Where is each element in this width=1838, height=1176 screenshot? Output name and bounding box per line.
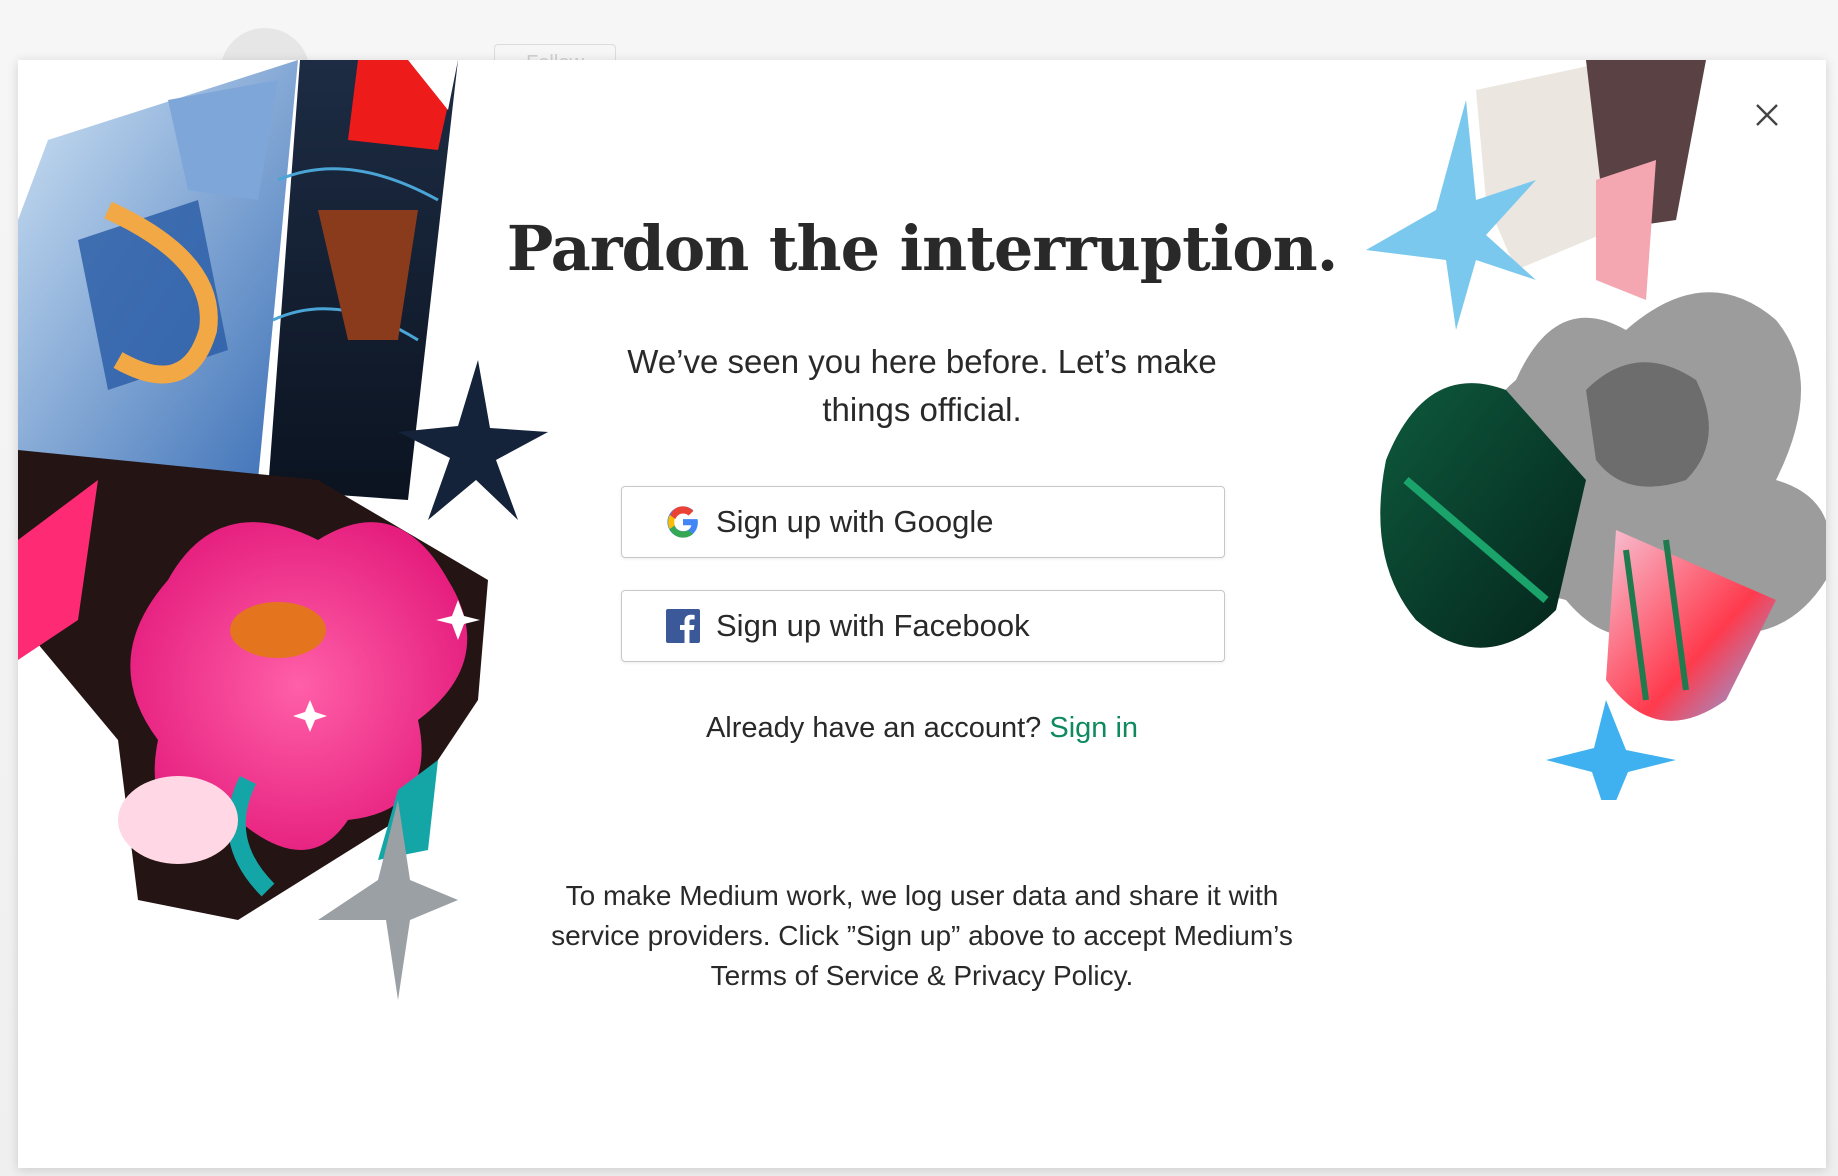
left-illustration [18, 60, 548, 1000]
right-illustration [1366, 60, 1826, 800]
sign-in-link[interactable]: Sign in [1049, 712, 1138, 744]
close-button[interactable] [1747, 95, 1787, 135]
subtitle: We’ve seen you here before. Let’s make t… [627, 343, 1217, 428]
google-button-label: Sign up with Google [716, 504, 994, 539]
close-icon [1756, 104, 1778, 126]
legal-notice: To make Medium work, we log user data an… [551, 880, 1293, 991]
facebook-button-label: Sign up with Facebook [716, 608, 1030, 643]
facebook-signup-button[interactable]: Sign up with Facebook [621, 590, 1225, 662]
page-title: Pardon the interruption. [506, 212, 1339, 285]
signup-modal: Pardon the interruption. We’ve seen you … [18, 60, 1826, 1168]
facebook-icon [666, 609, 700, 643]
google-signup-button[interactable]: Sign up with Google [621, 486, 1225, 558]
already-text: Already have an account? [705, 712, 1042, 744]
already-have-account: Already have an account? Sign in [18, 712, 1826, 745]
google-icon [666, 505, 700, 539]
